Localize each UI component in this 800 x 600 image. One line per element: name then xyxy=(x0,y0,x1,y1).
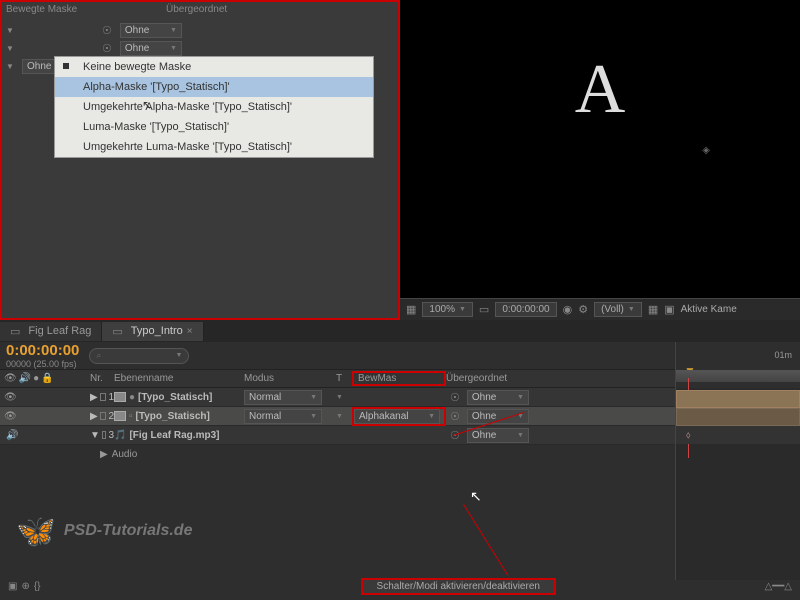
eye-icon[interactable]: 👁 xyxy=(4,392,17,403)
chevron-down-icon[interactable]: ▼ xyxy=(6,62,18,71)
preview-content: A xyxy=(575,50,626,130)
col-mode: Modus xyxy=(244,373,336,384)
expand-icon[interactable]: ▶ xyxy=(100,449,108,460)
parent-dropdown[interactable]: Ohne▼ xyxy=(467,428,529,443)
audio-icon: 🎵 xyxy=(114,430,126,441)
resolution-dropdown[interactable]: (Voll)▼ xyxy=(594,302,642,317)
toggle-icon[interactable]: ⊕ xyxy=(21,581,29,592)
blend-mode-dropdown[interactable]: Normal▼ xyxy=(244,409,322,424)
grid-icon[interactable]: ▦ xyxy=(648,303,658,316)
current-time[interactable]: 0:00:00:00 xyxy=(6,342,79,359)
comp-icon xyxy=(114,411,126,421)
close-icon[interactable]: × xyxy=(187,326,193,337)
composition-tabs: ▭Fig Leaf Rag ▭Typo_Intro× xyxy=(0,320,800,342)
mask-icon[interactable]: ▣ xyxy=(664,303,674,316)
column-headers: Bewegte Maske Übergeordnet xyxy=(2,2,398,17)
menu-item-alpha-inverted[interactable]: Umgekehrte Alpha-Maske '[Typo_Statisch]' xyxy=(55,97,373,117)
t-toggle[interactable]: ▼ xyxy=(336,413,352,420)
timeline-footer: ▣ ⊕ {} Schalter/Modi aktivieren/deaktivi… xyxy=(0,576,800,596)
layer-bar-3[interactable] xyxy=(676,426,800,444)
comp-icon xyxy=(114,392,126,402)
track-matte-dropdown[interactable]: Alphakanal▼ xyxy=(354,409,440,424)
fps-display: 00000 (25.00 fps) xyxy=(6,359,79,369)
composition-preview: A ◈ ▦ 100%▼ ▭ 0:00:00:00 ◉ ⚙ (Voll)▼ ▦ ▣… xyxy=(400,0,800,320)
channel-icon[interactable]: ⚙ xyxy=(578,303,588,316)
color-label[interactable] xyxy=(100,393,107,401)
col-uebergeordnet: Übergeordnet xyxy=(166,4,227,15)
col-bewegte-maske: Bewegte Maske xyxy=(6,4,96,15)
chevron-down-icon[interactable]: ▼ xyxy=(6,44,18,53)
eye-icon[interactable]: 👁 xyxy=(4,411,17,422)
speaker-icon: 🔊 xyxy=(19,373,31,384)
comp-icon: ▭ xyxy=(10,325,20,338)
pickwhip-icon[interactable]: ☉ xyxy=(102,42,112,55)
expand-icon[interactable]: ▶ xyxy=(90,411,98,422)
pickwhip-icon[interactable]: ☉ xyxy=(450,410,460,423)
keyframe-icon[interactable]: ⬨ xyxy=(686,430,691,441)
col-parent: Übergeordnet xyxy=(446,373,546,384)
camera-label[interactable]: Aktive Kame xyxy=(681,304,737,315)
butterfly-icon: 🦋 xyxy=(16,512,56,550)
parent-dropdown[interactable]: Ohne▼ xyxy=(120,23,182,38)
col-t: T xyxy=(336,373,352,384)
zoom-slider-icon[interactable]: △━━△ xyxy=(765,581,792,592)
layer-bar-2[interactable] xyxy=(676,408,800,426)
expand-icon[interactable]: ▼ xyxy=(90,430,100,441)
pickwhip-icon[interactable]: ☉ xyxy=(102,24,112,37)
track-matte-menu: Keine bewegte Maske Alpha-Maske '[Typo_S… xyxy=(54,56,374,158)
snapshot-icon[interactable]: ◉ xyxy=(563,303,573,316)
preview-icon[interactable]: ▭ xyxy=(479,303,489,316)
pickwhip-icon[interactable]: ☉ xyxy=(450,391,460,404)
toggle-icon[interactable]: ▣ xyxy=(8,581,17,592)
color-label[interactable] xyxy=(102,431,107,439)
brackets-icon[interactable]: {} xyxy=(34,581,41,592)
menu-item-alpha[interactable]: Alpha-Maske '[Typo_Statisch]' xyxy=(55,77,373,97)
col-name: Ebenenname xyxy=(114,373,244,384)
time-display[interactable]: 0:00:00:00 xyxy=(495,302,556,317)
toggle-switches-button[interactable]: Schalter/Modi aktivieren/deaktivieren xyxy=(361,578,556,595)
color-label[interactable] xyxy=(100,412,107,420)
t-toggle[interactable]: ▼ xyxy=(336,394,352,401)
chevron-down-icon[interactable]: ▼ xyxy=(6,26,18,35)
zoom-dropdown[interactable]: 100%▼ xyxy=(422,302,473,317)
ruler-time: 01m xyxy=(774,350,792,360)
time-ruler[interactable] xyxy=(676,370,800,382)
cursor-icon: ↖ xyxy=(470,488,482,505)
search-input[interactable]: ⌕▼ xyxy=(89,348,189,364)
col-bewmas[interactable]: BewMas xyxy=(352,371,446,386)
grid-icon[interactable]: ▦ xyxy=(406,303,416,316)
col-number: Nr. xyxy=(90,373,114,384)
watermark: 🦋 PSD-Tutorials.de xyxy=(16,512,192,550)
speaker-icon[interactable]: 🔊 xyxy=(6,430,18,441)
menu-item-none[interactable]: Keine bewegte Maske xyxy=(55,57,373,77)
menu-item-luma[interactable]: Luma-Maske '[Typo_Statisch]' xyxy=(55,117,373,137)
expand-icon[interactable]: ▶ xyxy=(90,392,98,403)
cursor-icon: ↖ xyxy=(142,98,152,112)
menu-item-luma-inverted[interactable]: Umgekehrte Luma-Maske '[Typo_Statisch]' xyxy=(55,137,373,157)
parent-dropdown[interactable]: Ohne▼ xyxy=(467,390,529,405)
track-matte-panel: Bewegte Maske Übergeordnet ▼ ☉ Ohne▼ ▼ ☉… xyxy=(0,0,400,320)
eye-icon: 👁 xyxy=(4,373,17,384)
comp-icon: ▭ xyxy=(112,325,122,338)
tab-typo-intro[interactable]: ▭Typo_Intro× xyxy=(102,322,203,341)
parent-dropdown[interactable]: Ohne▼ xyxy=(120,41,182,56)
blend-mode-dropdown[interactable]: Normal▼ xyxy=(244,390,322,405)
anchor-point-icon: ◈ xyxy=(702,145,710,156)
timeline-tracks: 01m ▼ ⬨ xyxy=(675,342,800,580)
layer-bar-1[interactable] xyxy=(676,390,800,408)
preview-toolbar: ▦ 100%▼ ▭ 0:00:00:00 ◉ ⚙ (Voll)▼ ▦ ▣ Akt… xyxy=(400,298,800,320)
tab-fig-leaf-rag[interactable]: ▭Fig Leaf Rag xyxy=(0,322,102,341)
